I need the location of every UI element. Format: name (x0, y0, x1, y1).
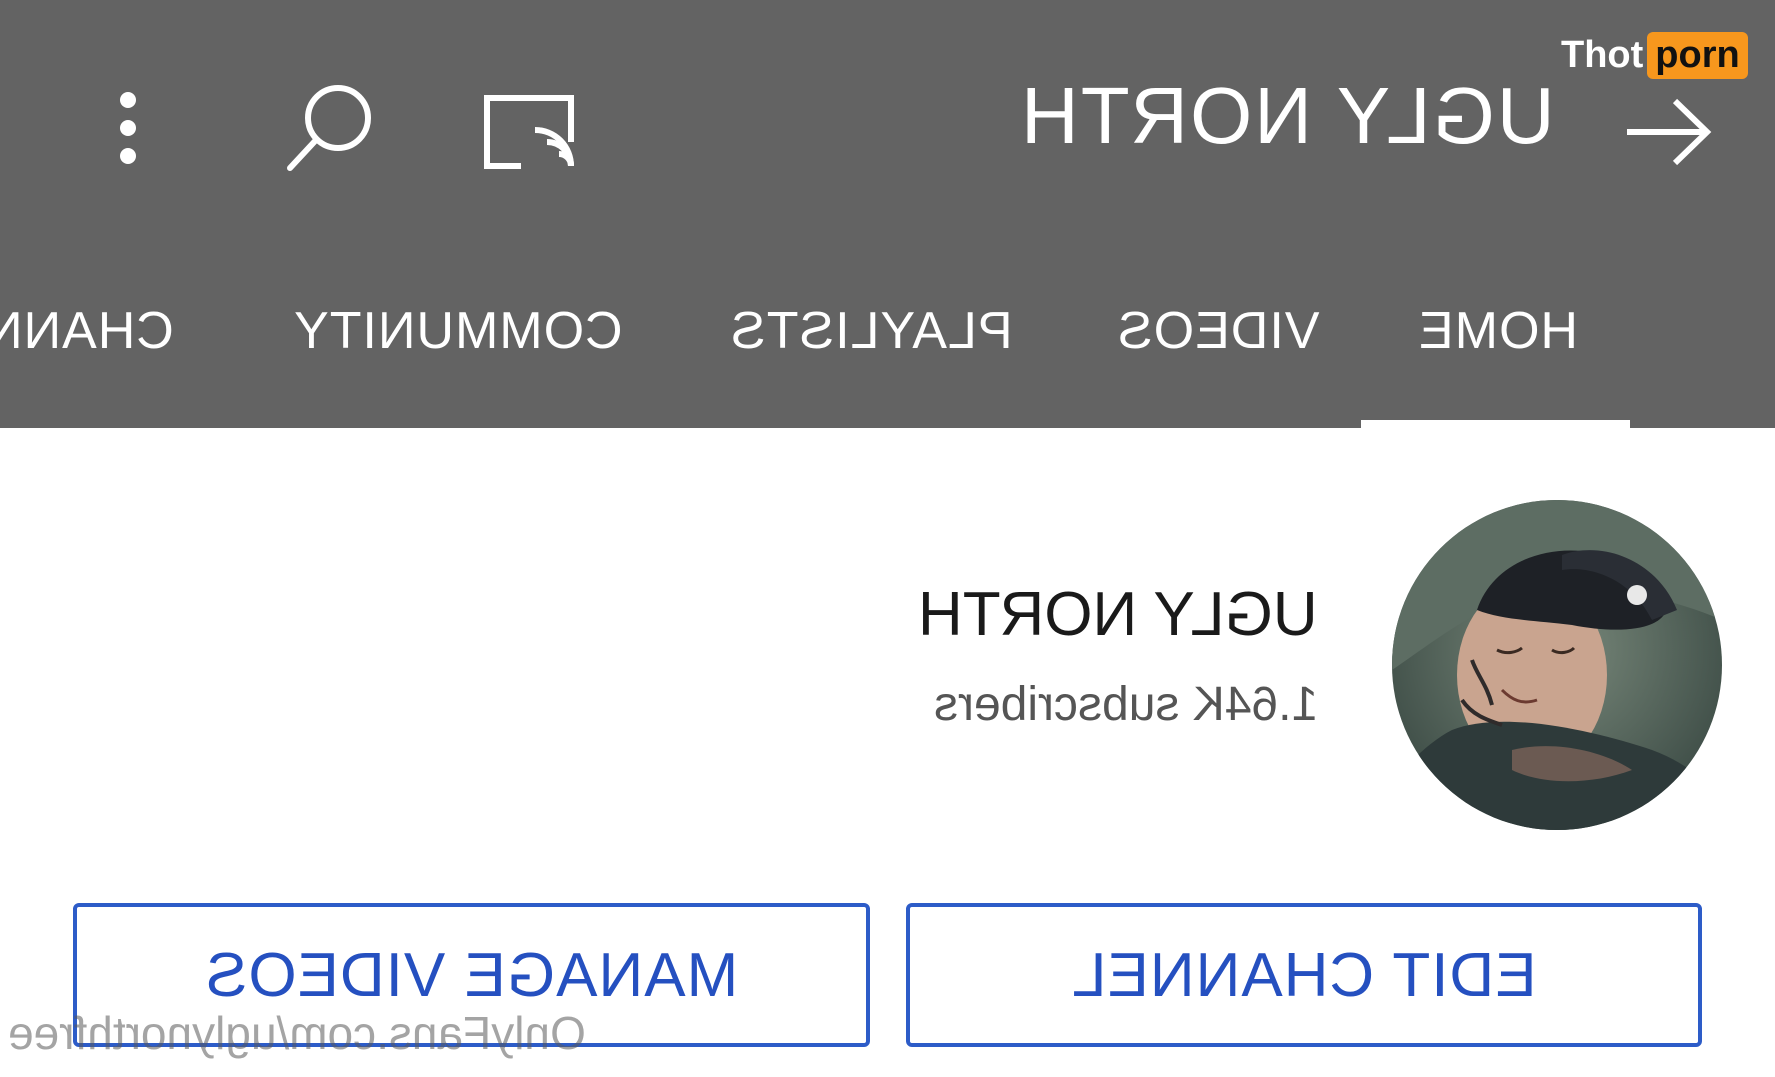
cast-icon (484, 95, 574, 169)
subscriber-count-text: 1.64K subscribers (933, 678, 1318, 731)
tab-playlists[interactable]: PLAYLISTS (730, 300, 1013, 362)
app-bar: UGLY NORTH HOME VIDEOS PLAYLISTS COMMUNI… (0, 0, 1775, 428)
channel-tabs: HOME VIDEOS PLAYLISTS COMMUNITY CHANN (0, 280, 1775, 428)
channel-title: UGLY NORTH (1019, 68, 1555, 164)
tab-videos-label: VIDEOS (1117, 302, 1320, 360)
search-button[interactable] (280, 78, 380, 178)
tab-community-label: COMMUNITY (293, 302, 623, 360)
search-icon (287, 85, 371, 171)
channel-avatar[interactable] (1392, 500, 1722, 830)
forward-button[interactable] (1618, 82, 1718, 182)
manage-videos-label: MANAGE VIDEOS (204, 940, 739, 1010)
tab-selected-indicator (1361, 420, 1630, 428)
url-watermark: OnlyFans.com/uglynorthfree (8, 1006, 586, 1061)
cast-button[interactable] (476, 82, 586, 182)
more-vert-icon (120, 92, 136, 164)
brand-watermark: Thot porn (1561, 31, 1748, 79)
tab-home-label: HOME (1418, 302, 1578, 360)
tab-videos[interactable]: VIDEOS (1117, 300, 1320, 362)
more-options-button[interactable] (98, 78, 158, 178)
brand-watermark-part1: Thot (1561, 33, 1644, 76)
edit-channel-button[interactable]: EDIT CHANNEL (906, 903, 1702, 1047)
tab-playlists-label: PLAYLISTS (730, 302, 1013, 360)
tab-channels-label: CHANN (0, 302, 174, 360)
brand-watermark-part2: porn (1647, 31, 1748, 79)
arrow-forward-icon (1627, 98, 1712, 166)
edit-channel-label: EDIT CHANNEL (1071, 940, 1537, 1010)
profile-name-text: UGLY NORTH (918, 580, 1318, 649)
profile-name: UGLY NORTH (918, 578, 1318, 652)
url-watermark-text: OnlyFans.com/uglynorthfree (8, 1007, 586, 1059)
channel-title-text: UGLY NORTH (1019, 71, 1555, 160)
tab-home[interactable]: HOME (1418, 300, 1578, 362)
subscriber-count: 1.64K subscribers (934, 676, 1318, 734)
avatar-photo (1392, 500, 1722, 830)
tab-channels[interactable]: CHANN (0, 300, 174, 362)
tab-community[interactable]: COMMUNITY (293, 300, 623, 362)
